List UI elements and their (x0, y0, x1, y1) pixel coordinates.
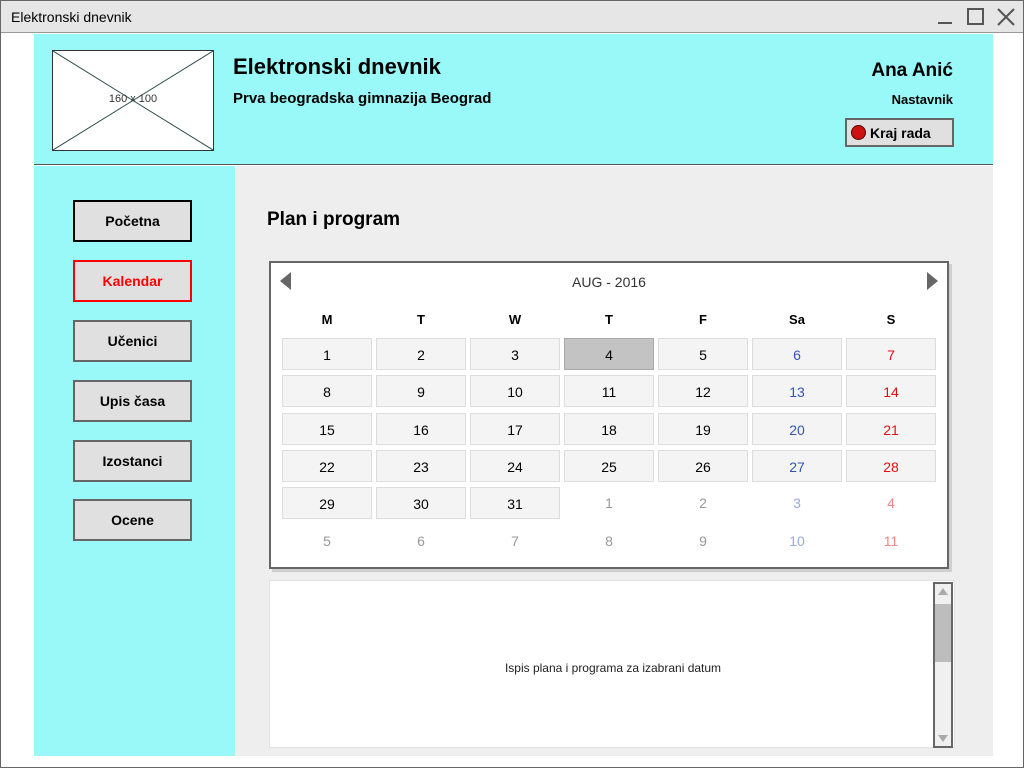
calendar-day[interactable]: 16 (376, 412, 466, 445)
calendar-next-month-button[interactable] (925, 271, 939, 291)
header: 160 x 100 Elektronski dnevnik Prva beogr… (34, 34, 993, 165)
calendar-day[interactable]: 14 (846, 375, 936, 408)
calendar-day[interactable]: 18 (564, 412, 654, 445)
maximize-icon[interactable] (965, 6, 987, 28)
calendar-day[interactable]: 9 (376, 375, 466, 408)
calendar-day[interactable]: 23 (376, 449, 466, 482)
logout-icon (851, 125, 866, 140)
calendar-day[interactable]: 3 (470, 338, 560, 370)
calendar-day-other-month[interactable]: 4 (846, 487, 936, 519)
sidebar-nav: Početna Kalendar Učenici Upis časa Izost… (34, 166, 235, 756)
weekday-header: T (605, 312, 613, 327)
calendar-day[interactable]: 13 (752, 375, 842, 408)
calendar-day[interactable]: 30 (376, 487, 466, 520)
page-title: Plan i program (267, 209, 401, 230)
calendar: AUG - 2016 M T W T F Sa S 1 2 3 4 5 6 7 8 9 10 11 12 13 14 15… (269, 261, 949, 569)
calendar-day[interactable]: 2 (376, 338, 466, 370)
scroll-down-icon[interactable] (935, 731, 951, 745)
weekday-header: Sa (789, 312, 805, 327)
calendar-day-other-month[interactable]: 11 (846, 525, 936, 557)
plan-scrollbar[interactable] (933, 582, 953, 748)
calendar-day-other-month[interactable]: 2 (658, 487, 748, 519)
calendar-day-other-month[interactable]: 10 (752, 525, 842, 557)
calendar-day-other-month[interactable]: 1 (564, 487, 654, 519)
calendar-day[interactable]: 28 (846, 449, 936, 482)
calendar-day[interactable]: 8 (282, 375, 372, 408)
scroll-thumb[interactable] (935, 604, 951, 662)
calendar-day-other-month[interactable]: 3 (752, 487, 842, 519)
calendar-month-label: AUG - 2016 (572, 274, 646, 290)
calendar-day-other-month[interactable]: 6 (376, 525, 466, 557)
weekday-header: F (699, 312, 707, 327)
calendar-day-other-month[interactable]: 9 (658, 525, 748, 557)
calendar-day[interactable]: 22 (282, 449, 372, 482)
window-controls (935, 6, 1017, 28)
minimize-icon[interactable] (935, 6, 957, 28)
sidebar-item-izostanci[interactable]: Izostanci (73, 440, 192, 482)
user-name: Ana Anić (871, 60, 953, 81)
calendar-day[interactable]: 17 (470, 412, 560, 445)
main-panel: Plan i program AUG - 2016 M T W T F Sa S 1 2 3 4 5 6… (235, 166, 993, 756)
sidebar-item-upis-casa[interactable]: Upis časa (73, 380, 192, 422)
scroll-up-icon[interactable] (935, 585, 951, 599)
calendar-day[interactable]: 31 (470, 487, 560, 520)
sidebar-item-kalendar[interactable]: Kalendar (73, 260, 192, 302)
calendar-day[interactable]: 10 (470, 375, 560, 408)
app-title: Elektronski dnevnik (233, 54, 441, 79)
calendar-day-other-month[interactable]: 8 (564, 525, 654, 557)
plan-placeholder-text: Ispis plana i programa za izabrani datum (504, 661, 722, 675)
plan-output-area: Ispis plana i programa za izabrani datum (269, 580, 955, 748)
user-role: Nastavnik (891, 92, 953, 107)
calendar-day[interactable]: 7 (846, 338, 936, 370)
weekday-header: W (508, 312, 522, 327)
calendar-day[interactable]: 11 (564, 375, 654, 408)
logout-button[interactable]: Kraj rada (845, 118, 954, 147)
calendar-day[interactable]: 21 (846, 412, 936, 445)
logo-placeholder: 160 x 100 (52, 50, 214, 151)
calendar-day[interactable]: 1 (282, 338, 372, 370)
calendar-day[interactable]: 4 (564, 338, 654, 370)
logo-size-label: 160 x 100 (108, 93, 158, 105)
calendar-day[interactable]: 5 (658, 338, 748, 370)
weekday-header: T (417, 312, 425, 327)
app-content: 160 x 100 Elektronski dnevnik Prva beogr… (34, 34, 993, 756)
chevron-right-icon (927, 272, 938, 290)
calendar-day[interactable]: 20 (752, 412, 842, 445)
sidebar-item-pocetna[interactable]: Početna (73, 200, 192, 242)
calendar-day[interactable]: 6 (752, 338, 842, 370)
calendar-day[interactable]: 26 (658, 449, 748, 482)
calendar-day-other-month[interactable]: 5 (282, 525, 372, 557)
logout-label: Kraj rada (870, 124, 931, 141)
window-title: Elektronski dnevnik (11, 9, 132, 25)
calendar-day[interactable]: 27 (752, 449, 842, 482)
sidebar-item-ucenici[interactable]: Učenici (73, 320, 192, 362)
school-name: Prva beogradska gimnazija Beograd (233, 90, 492, 107)
calendar-day[interactable]: 19 (658, 412, 748, 445)
calendar-day-other-month[interactable]: 7 (470, 525, 560, 557)
sidebar-item-ocene[interactable]: Ocene (73, 499, 192, 541)
close-icon[interactable] (995, 6, 1017, 28)
title-bar: Elektronski dnevnik (1, 1, 1023, 33)
calendar-day[interactable]: 12 (658, 375, 748, 408)
app-window: Elektronski dnevnik 160 x 100 Elektronsk… (0, 0, 1024, 768)
calendar-day[interactable]: 29 (282, 487, 372, 520)
weekday-header: M (321, 312, 333, 327)
calendar-day[interactable]: 24 (470, 449, 560, 482)
calendar-day[interactable]: 15 (282, 412, 372, 445)
weekday-header: S (886, 312, 896, 327)
calendar-day[interactable]: 25 (564, 449, 654, 482)
